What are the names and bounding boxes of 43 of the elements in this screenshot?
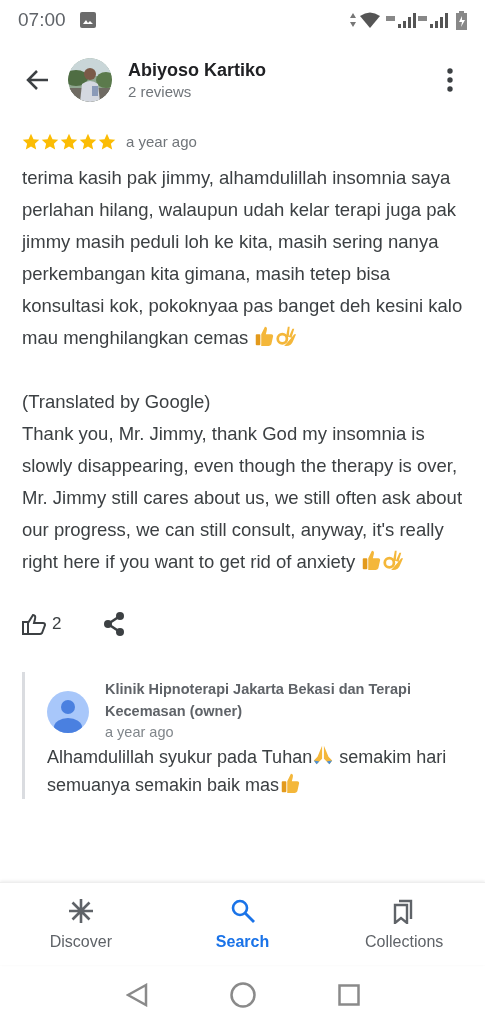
- more-options-button[interactable]: [445, 67, 455, 93]
- recents-nav-icon[interactable]: [337, 983, 360, 1006]
- reply-text: Alhamdulillah syukur pada Tuhan semakim hari semuanya semakin baik mas: [47, 743, 467, 799]
- back-arrow-icon: [25, 69, 49, 91]
- review-time: a year ago: [126, 131, 197, 152]
- review-text: terima kasih pak jimmy, alhamdulillah insomnia saya perlahan hilang, walaupun udah kelar terapi juga pak jimmy masih peduli loh ke kita, masih sering nanya perkembangan kita gimana, masih tetep bisa konsultasi kok, pokoknyaa pas banget deh kesini kalo mau menghilangkan cemas: [22, 166, 464, 350]
- person-avatar-icon: [47, 691, 89, 733]
- data-arrows-icon: [349, 12, 357, 28]
- asterisk-icon: [67, 898, 94, 924]
- wifi-icon: [360, 12, 380, 28]
- owner-name: Klinik Hipnoterapi Jakarta Bekasi dan Terapi Kecemasan (owner): [105, 680, 412, 721]
- status-time: 07:00: [18, 7, 66, 32]
- ok-hand-emoji-icon: [382, 549, 405, 571]
- home-nav-icon[interactable]: [229, 981, 256, 1008]
- signal-icon: [386, 12, 416, 28]
- nav-tab[interactable]: Search: [161, 883, 324, 965]
- review-count: 2 reviews: [128, 82, 193, 102]
- battery-icon: [456, 10, 467, 30]
- signal-icon: [418, 12, 448, 28]
- thumbs-up-emoji-icon: [279, 772, 302, 794]
- star-icon: [41, 133, 59, 151]
- image-icon: [79, 12, 96, 28]
- star-icon: [60, 133, 78, 151]
- reply-time: a year ago: [105, 723, 175, 742]
- share-button[interactable]: [103, 612, 126, 636]
- nav-tab[interactable]: Collections: [323, 883, 485, 965]
- thumbs-up-icon: [22, 613, 46, 635]
- reviewer-name: Abiyoso Kartiko: [128, 59, 267, 82]
- nav-tab[interactable]: Discover: [0, 883, 162, 965]
- more-options-icon: [447, 68, 453, 92]
- like-button[interactable]: 2: [22, 611, 62, 637]
- star-icon: [98, 133, 116, 151]
- translation-note: (Translated by Google): [22, 390, 212, 414]
- thumbs-up-emoji-icon: [360, 549, 383, 571]
- share-icon: [103, 612, 126, 636]
- praying-hands-emoji-icon: [312, 744, 335, 766]
- ok-hand-emoji-icon: [275, 325, 298, 347]
- star-icon: [79, 133, 97, 151]
- thumbs-up-emoji-icon: [253, 325, 276, 347]
- star-icon: [22, 133, 40, 151]
- translated-review-text: Thank you, Mr. Jimmy, thank God my insomnia is slowly disappearing, even though the therapy is over, Mr. Jimmy still cares about us, we still often ask about our progress, we can still consult, anyway, it's really right here if you want to get rid of anxiety: [22, 422, 464, 574]
- back-nav-icon[interactable]: [125, 982, 148, 1007]
- search-icon: [229, 898, 256, 924]
